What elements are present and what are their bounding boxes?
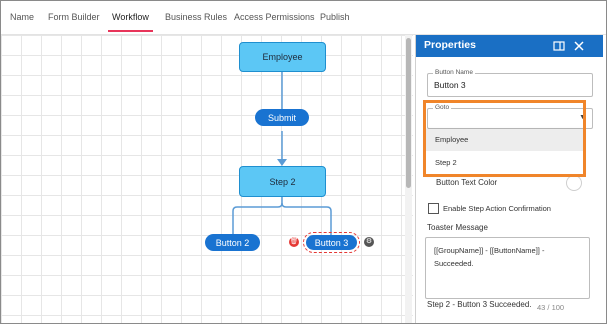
- color-picker-swatch[interactable]: [566, 175, 582, 191]
- enable-confirmation-label: Enable Step Action Confirmation: [443, 204, 551, 213]
- dock-panel-icon[interactable]: [553, 40, 565, 52]
- tab-publish[interactable]: Publish: [320, 1, 350, 34]
- tab-access-permissions[interactable]: Access Permissions: [234, 1, 315, 34]
- canvas-scroll-thumb[interactable]: [406, 38, 411, 188]
- app-frame: Name Form Builder Workflow Business Rule…: [0, 0, 607, 324]
- button-node-button-3[interactable]: Button 3: [303, 232, 360, 253]
- workflow-canvas[interactable]: Employee Submit Step 2 Button 2 Button 3…: [1, 35, 413, 323]
- properties-header: Properties: [416, 35, 603, 57]
- button-name-label: Button Name: [433, 69, 475, 76]
- settings-gear-icon[interactable]: ⚙: [364, 237, 374, 247]
- button-name-field[interactable]: Button Name Button 3: [427, 69, 593, 97]
- delete-icon[interactable]: 🗑: [289, 237, 299, 247]
- toaster-message-label: Toaster Message: [427, 223, 488, 232]
- close-icon[interactable]: [573, 40, 585, 52]
- tab-name[interactable]: Name: [10, 1, 34, 34]
- workflow-connectors: [232, 71, 332, 235]
- toaster-preview: Step 2 - Button 3 Succeeded.: [427, 300, 532, 309]
- button-text-color-label: Button Text Color: [436, 178, 498, 187]
- toaster-message-textarea[interactable]: [[GroupName]] - [[ButtonName]] - Succeed…: [425, 237, 590, 299]
- character-count: 43 / 100: [537, 303, 565, 312]
- node-employee[interactable]: Employee: [239, 42, 326, 72]
- tab-form-builder[interactable]: Form Builder: [48, 1, 100, 34]
- enable-confirmation-checkbox[interactable]: [428, 203, 439, 214]
- node-step-2[interactable]: Step 2: [239, 166, 326, 197]
- properties-title: Properties: [424, 39, 476, 51]
- active-tab-indicator: [108, 30, 153, 32]
- tab-business-rules[interactable]: Business Rules: [165, 1, 227, 34]
- tab-bar: Name Form Builder Workflow Business Rule…: [1, 1, 606, 35]
- button-node-button-2[interactable]: Button 2: [205, 234, 260, 251]
- tab-workflow[interactable]: Workflow: [108, 1, 153, 34]
- button-name-value: Button 3: [434, 80, 466, 90]
- goto-highlight-box: [423, 100, 586, 177]
- arrow-head-icon: [277, 159, 287, 166]
- toaster-message-text: [[GroupName]] - [[ButtonName]] - Succeed…: [434, 246, 545, 268]
- button-node-submit[interactable]: Submit: [255, 109, 309, 126]
